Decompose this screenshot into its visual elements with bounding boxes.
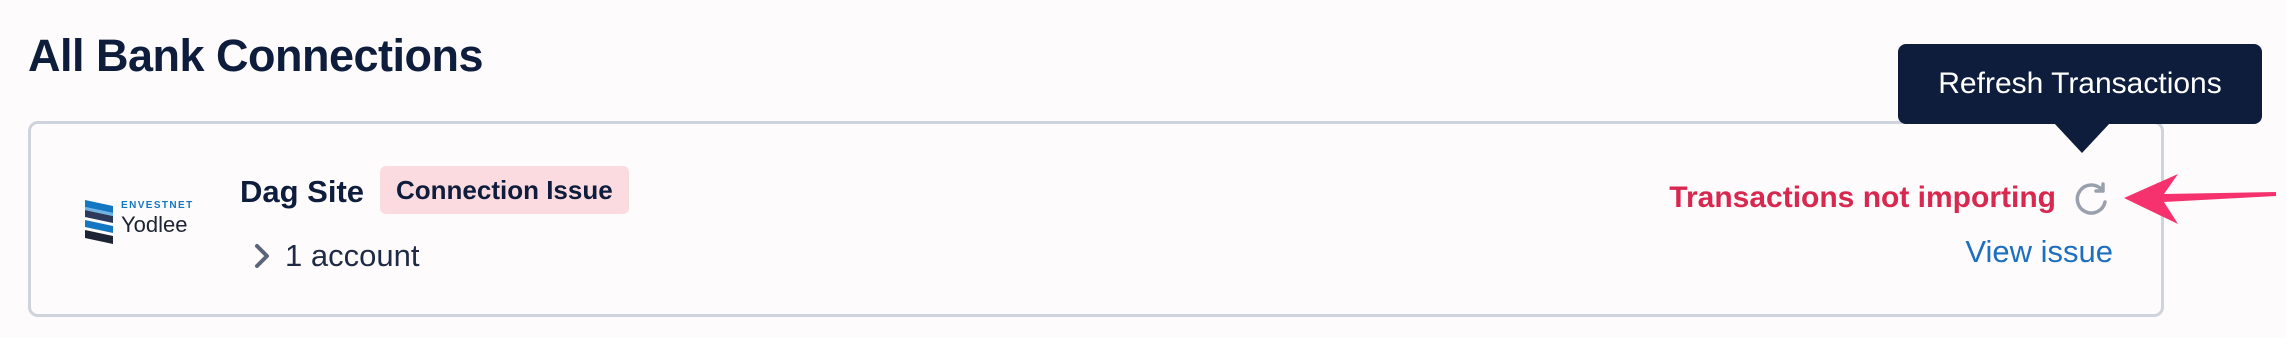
refresh-transactions-button[interactable] [2071, 179, 2111, 219]
connection-issue-badge: Connection Issue [380, 166, 629, 214]
logo-brand-main: Yodlee [121, 212, 188, 237]
transactions-status-text: Transactions not importing [1669, 181, 2056, 214]
yodlee-logo: ENVESTNET Yodlee [83, 194, 193, 248]
refresh-tooltip: Refresh Transactions [1898, 44, 2262, 124]
accounts-expand-toggle[interactable]: 1 account [249, 234, 419, 278]
yodlee-logo-mark-icon [85, 200, 113, 244]
logo-brand-top: ENVESTNET [121, 200, 194, 211]
refresh-icon [2075, 182, 2107, 215]
bank-connection-card: ENVESTNET Yodlee Dag Site Connection Iss… [28, 121, 2164, 317]
annotation-arrow-icon [2124, 174, 2276, 224]
view-issue-link[interactable]: View issue [1965, 234, 2113, 270]
chevron-right-icon [249, 238, 275, 274]
connection-site-name: Dag Site [240, 174, 365, 209]
tooltip-pointer [2054, 123, 2110, 153]
accounts-count-label: 1 account [285, 238, 420, 273]
page-root: All Bank Connections ENVESTNET Yodlee Da… [0, 0, 2286, 338]
page-title: All Bank Connections [28, 30, 484, 81]
